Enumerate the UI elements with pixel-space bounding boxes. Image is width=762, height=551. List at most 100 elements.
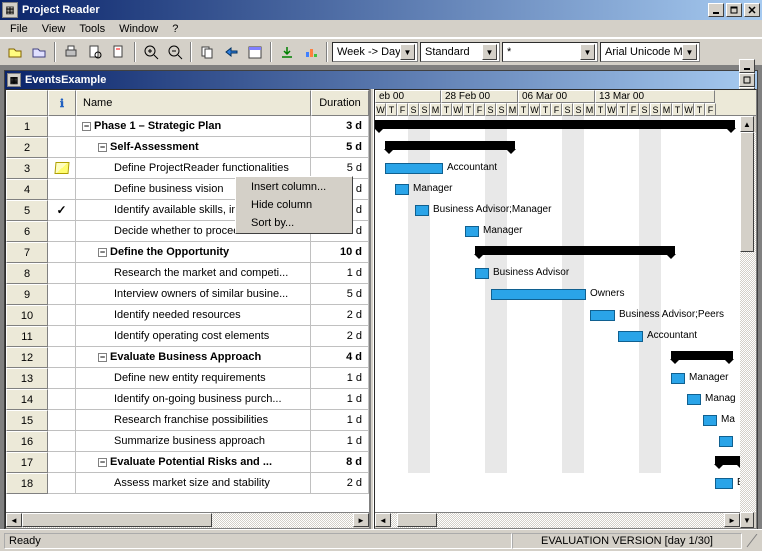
gantt-task-bar[interactable]	[395, 184, 409, 195]
page-setup-icon[interactable]	[108, 41, 130, 63]
collapse-icon[interactable]: −	[98, 248, 107, 257]
ctx-insert-column[interactable]: Insert column...	[237, 178, 351, 196]
task-name-cell[interactable]: −Evaluate Potential Risks and ...	[76, 452, 311, 473]
child-minimize-button[interactable]	[739, 59, 755, 73]
gantt-hscrollbar[interactable]: ◄ ►	[375, 512, 740, 528]
scroll-right-icon[interactable]: ►	[353, 513, 369, 527]
row-number[interactable]: 1	[6, 116, 48, 137]
row-number[interactable]: 13	[6, 368, 48, 389]
grid-hscrollbar[interactable]: ◄ ►	[6, 512, 369, 528]
close-button[interactable]	[744, 3, 760, 17]
view-combo[interactable]: Standard▼	[420, 42, 500, 62]
table-row[interactable]: 16Summarize business approach1 d	[6, 431, 369, 452]
gantt-task-bar[interactable]	[385, 163, 443, 174]
table-row[interactable]: 12−Evaluate Business Approach4 d	[6, 347, 369, 368]
zoomout-icon[interactable]	[164, 41, 186, 63]
open-icon[interactable]	[4, 41, 26, 63]
gantt-task-bar[interactable]	[719, 436, 733, 447]
minimize-button[interactable]	[708, 3, 724, 17]
gantt-task-bar[interactable]	[590, 310, 615, 321]
task-name-cell[interactable]: Define new entity requirements	[76, 368, 311, 389]
row-number[interactable]: 14	[6, 389, 48, 410]
scroll-right-icon[interactable]: ►	[724, 513, 740, 527]
task-name-cell[interactable]: Assess market size and stability	[76, 473, 311, 494]
table-row[interactable]: 8Research the market and competi...1 d	[6, 263, 369, 284]
menu-window[interactable]: Window	[113, 22, 164, 36]
gantt-task-bar[interactable]	[475, 268, 489, 279]
openserver-icon[interactable]	[28, 41, 50, 63]
gantt-task-bar[interactable]	[703, 415, 717, 426]
collapse-icon[interactable]: −	[82, 122, 91, 131]
gantt-task-bar[interactable]	[687, 394, 701, 405]
gantt-body[interactable]: AccountantManagerBusiness Advisor;Manage…	[375, 116, 756, 473]
row-number[interactable]: 6	[6, 221, 48, 242]
col-header-info[interactable]: ℹ	[48, 90, 76, 116]
col-header-rownum[interactable]	[6, 90, 48, 116]
row-number[interactable]: 5	[6, 200, 48, 221]
table-row[interactable]: 2−Self-Assessment5 d	[6, 137, 369, 158]
menu-file[interactable]: File	[4, 22, 34, 36]
gantt-task-bar[interactable]	[618, 331, 643, 342]
row-number[interactable]: 4	[6, 179, 48, 200]
font-combo[interactable]: Arial Unicode MS▼	[600, 42, 700, 62]
table-row[interactable]: 7−Define the Opportunity10 d	[6, 242, 369, 263]
chart-icon[interactable]	[300, 41, 322, 63]
calendar-icon[interactable]	[244, 41, 266, 63]
task-name-cell[interactable]: Interview owners of similar busine...	[76, 284, 311, 305]
collapse-icon[interactable]: −	[98, 353, 107, 362]
task-name-cell[interactable]: −Self-Assessment	[76, 137, 311, 158]
task-name-cell[interactable]: Research the market and competi...	[76, 263, 311, 284]
row-number[interactable]: 16	[6, 431, 48, 452]
print-icon[interactable]	[60, 41, 82, 63]
gantt-task-bar[interactable]	[465, 226, 479, 237]
collapse-icon[interactable]: −	[98, 143, 107, 152]
gantt-summary-bar[interactable]	[475, 246, 675, 255]
col-header-name[interactable]: Name	[76, 90, 311, 116]
child-maximize-button[interactable]	[739, 73, 755, 87]
col-header-duration[interactable]: Duration	[311, 90, 369, 116]
table-row[interactable]: 11Identify operating cost elements2 d	[6, 326, 369, 347]
scroll-thumb[interactable]	[740, 132, 754, 252]
copy-icon[interactable]	[196, 41, 218, 63]
row-number[interactable]: 8	[6, 263, 48, 284]
row-number[interactable]: 15	[6, 410, 48, 431]
gantt-summary-bar[interactable]	[375, 120, 735, 129]
table-row[interactable]: 18Assess market size and stability2 d	[6, 473, 369, 494]
gantt-task-bar[interactable]	[491, 289, 586, 300]
scroll-left-icon[interactable]: ◄	[6, 513, 22, 527]
row-number[interactable]: 17	[6, 452, 48, 473]
filter-combo[interactable]: *▼	[502, 42, 598, 62]
task-name-cell[interactable]: Summarize business approach	[76, 431, 311, 452]
maximize-button[interactable]	[726, 3, 742, 17]
table-row[interactable]: 1−Phase 1 – Strategic Plan3 d	[6, 116, 369, 137]
table-row[interactable]: 17−Evaluate Potential Risks and ...8 d	[6, 452, 369, 473]
timescale-combo[interactable]: Week -> Day▼	[332, 42, 418, 62]
gantt-task-bar[interactable]	[671, 373, 685, 384]
table-row[interactable]: 9Interview owners of similar busine...5 …	[6, 284, 369, 305]
goto-icon[interactable]	[220, 41, 242, 63]
resize-grip-icon[interactable]	[742, 534, 758, 548]
table-row[interactable]: 14Identify on-going business purch...1 d	[6, 389, 369, 410]
task-name-cell[interactable]: −Define the Opportunity	[76, 242, 311, 263]
scroll-thumb[interactable]	[22, 513, 212, 527]
task-name-cell[interactable]: Research franchise possibilities	[76, 410, 311, 431]
row-number[interactable]: 2	[6, 137, 48, 158]
menu-help[interactable]: ?	[166, 22, 184, 36]
table-row[interactable]: 13Define new entity requirements1 d	[6, 368, 369, 389]
row-number[interactable]: 10	[6, 305, 48, 326]
menu-tools[interactable]: Tools	[73, 22, 111, 36]
zoomin-icon[interactable]	[140, 41, 162, 63]
scroll-down-icon[interactable]: ▼	[740, 512, 754, 528]
row-number[interactable]: 9	[6, 284, 48, 305]
ctx-sort-by[interactable]: Sort by...	[237, 214, 351, 232]
task-name-cell[interactable]: Identify on-going business purch...	[76, 389, 311, 410]
row-number[interactable]: 3	[6, 158, 48, 179]
row-number[interactable]: 12	[6, 347, 48, 368]
scroll-left-icon[interactable]: ◄	[375, 513, 391, 527]
row-number[interactable]: 18	[6, 473, 48, 494]
task-name-cell[interactable]: −Phase 1 – Strategic Plan	[76, 116, 311, 137]
scroll-thumb[interactable]	[397, 513, 437, 527]
gantt-task-bar[interactable]	[715, 478, 733, 489]
task-name-cell[interactable]: −Evaluate Business Approach	[76, 347, 311, 368]
task-name-cell[interactable]: Identify operating cost elements	[76, 326, 311, 347]
